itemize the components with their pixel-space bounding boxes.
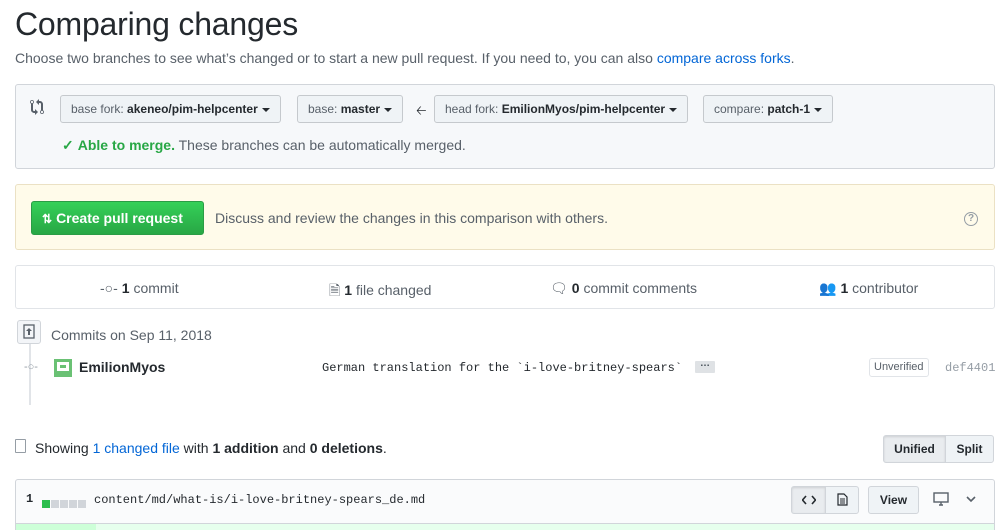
- page-title: Comparing changes: [15, 6, 298, 42]
- split-view-button[interactable]: Split: [945, 435, 994, 463]
- summary-with: with: [179, 440, 213, 456]
- summary-and: and: [278, 440, 310, 456]
- rich-diff-button[interactable]: [825, 486, 859, 514]
- merge-status: ✓ Able to merge. These branches can be au…: [62, 137, 466, 154]
- git-commit-icon: -○-: [24, 361, 38, 373]
- comments-label: commit comments: [579, 280, 698, 296]
- commit-author-link[interactable]: EmilionMyos: [79, 359, 165, 375]
- base-branch-label: base:: [308, 102, 338, 116]
- chevron-down-icon: [814, 107, 823, 112]
- device-desktop-icon[interactable]: [933, 492, 949, 509]
- file-header: 1 content/md/what-is/i-love-britney-spea…: [15, 479, 995, 524]
- compare-branch-select[interactable]: compare: patch-1: [703, 95, 834, 123]
- commits-date-header: Commits on Sep 11, 2018: [51, 327, 212, 343]
- unified-view-button[interactable]: Unified: [883, 435, 946, 463]
- base-branch-select[interactable]: base: master: [297, 95, 404, 123]
- expand-commit-message-button[interactable]: …: [695, 359, 715, 373]
- page-subtitle: Choose two branches to see what’s change…: [15, 50, 795, 66]
- code-icon: [800, 495, 817, 505]
- base-fork-select[interactable]: base fork: akeneo/pim-helpcenter: [60, 95, 281, 123]
- files-changed-tab[interactable]: 🗎 1 file changed: [329, 280, 431, 304]
- diffstat-neutral-block: [78, 500, 86, 508]
- merge-status-label: Able to merge.: [77, 137, 175, 153]
- git-commit-icon: -○-: [100, 280, 118, 296]
- commits-label: commit: [129, 280, 179, 296]
- view-file-button[interactable]: View: [868, 486, 919, 514]
- files-count: 1: [344, 282, 353, 298]
- commit-comments-tab[interactable]: 🗨 0 commit comments: [550, 280, 697, 297]
- file-path[interactable]: content/md/what-is/i-love-britney-spears…: [94, 493, 425, 507]
- chevron-down-icon: [384, 107, 393, 112]
- base-branch-value: master: [340, 102, 381, 116]
- comments-count: 0: [571, 280, 580, 296]
- check-icon: ✓: [62, 137, 74, 153]
- changed-files-link[interactable]: 1 changed file: [93, 440, 180, 456]
- create-pr-description: Discuss and review the changes in this c…: [215, 210, 608, 226]
- commits-tab[interactable]: -○- 1 commit: [100, 280, 179, 296]
- chevron-down-icon: [261, 107, 270, 112]
- source-diff-button[interactable]: [791, 486, 826, 514]
- create-pull-request-button[interactable]: ⇅ Create pull request: [31, 201, 204, 235]
- files-label: file changed: [352, 282, 432, 298]
- compare-branch-value: patch-1: [767, 102, 811, 116]
- file-change-count: 1: [26, 492, 34, 506]
- unverified-badge[interactable]: Unverified: [869, 358, 929, 377]
- diff-summary: Showing 1 changed file with 1 addition a…: [35, 440, 387, 456]
- overall-summary: -○- 1 commit 🗎 1 file changed 🗨 0 commit co…: [15, 265, 995, 309]
- head-fork-value: EmilionMyos/pim-helpcenter: [501, 102, 666, 116]
- git-pull-request-icon: ⇅: [42, 212, 53, 226]
- question-icon[interactable]: ?: [964, 212, 978, 226]
- file-text-icon: [836, 493, 848, 506]
- compare-branch-label: compare:: [714, 102, 765, 116]
- create-pr-banner: ⇅ Create pull request Discuss and review …: [15, 184, 995, 250]
- avatar[interactable]: [54, 359, 72, 377]
- file-icon: [15, 439, 26, 453]
- repo-push-icon: [17, 320, 41, 344]
- commits-count: 1: [121, 280, 130, 296]
- head-fork-label: head fork:: [445, 102, 499, 116]
- diff-line-addition: [15, 524, 995, 530]
- diffstat-neutral-block: [69, 500, 77, 508]
- subtitle-end: .: [790, 50, 795, 66]
- comment-icon: 🗨: [550, 280, 568, 296]
- head-fork-select[interactable]: head fork: EmilionMyos/pim-helpcenter: [434, 95, 689, 123]
- summary-additions: 1 addition: [212, 440, 279, 456]
- create-pull-request-label: Create pull request: [56, 210, 183, 226]
- summary-showing: Showing: [35, 440, 93, 456]
- base-fork-value: akeneo/pim-helpcenter: [127, 102, 258, 116]
- diffstat-neutral-block: [60, 500, 68, 508]
- commit-message-link[interactable]: German translation for the `i-love-britn…: [322, 361, 682, 375]
- commit-sha-link[interactable]: def4401: [945, 361, 995, 375]
- range-editor: base fork: akeneo/pim-helpcenter base: m…: [15, 84, 995, 169]
- contributors-tab[interactable]: 👥 1 contributor: [819, 280, 918, 297]
- summary-end: .: [382, 440, 387, 456]
- chevron-down-icon: [669, 107, 678, 112]
- base-fork-label: base fork:: [71, 102, 124, 116]
- chevron-down-icon[interactable]: [965, 492, 977, 507]
- contributors-label: contributor: [848, 280, 919, 296]
- people-icon: 👥: [819, 280, 837, 296]
- file-diff-icon: 🗎: [329, 282, 341, 298]
- compare-across-forks-link[interactable]: compare across forks: [657, 50, 791, 66]
- subtitle-text: Choose two branches to see what’s change…: [15, 50, 657, 66]
- diffstat: [42, 495, 87, 508]
- diffstat-addition-block: [42, 500, 50, 508]
- git-compare-icon: [30, 99, 44, 115]
- merge-status-detail: These branches can be automatically merg…: [174, 137, 466, 153]
- diff-line-gutter: [16, 524, 96, 530]
- summary-deletions: 0 deletions: [309, 440, 383, 456]
- arrow-left-icon: 🡠: [416, 103, 427, 118]
- diffstat-neutral-block: [51, 500, 59, 508]
